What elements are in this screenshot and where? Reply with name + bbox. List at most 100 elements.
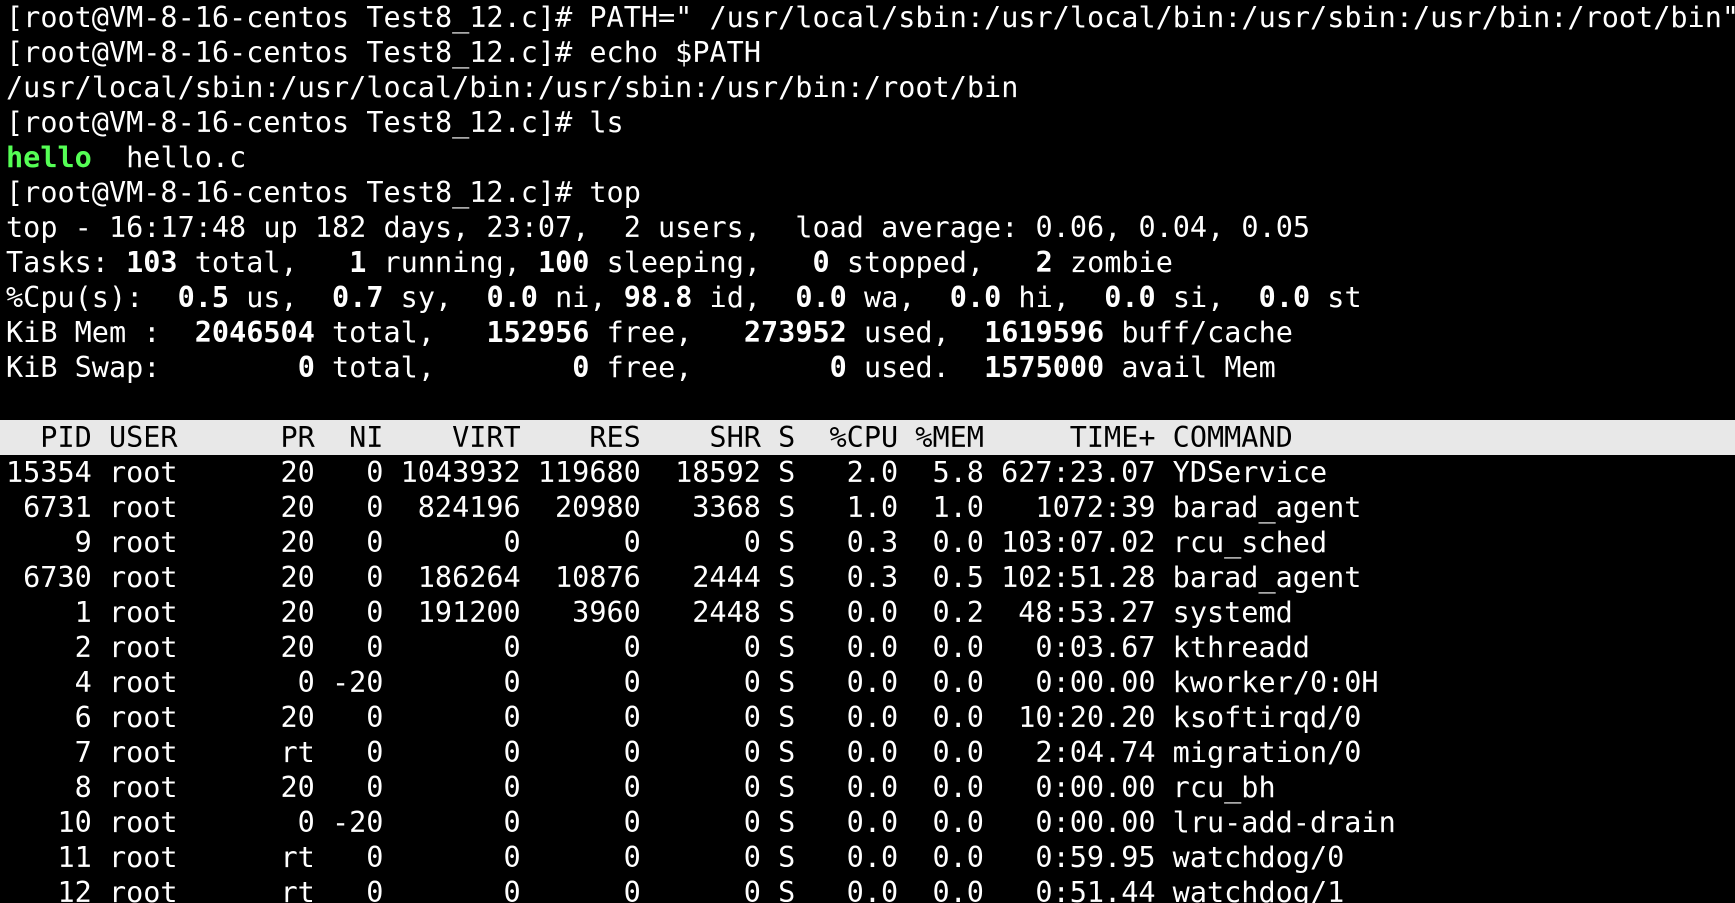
- cell-pr: 20: [280, 491, 315, 524]
- table-row: 6731 root 20 0 824196 20980 3368 S 1.0 1.0 1072:39…: [0, 490, 1735, 525]
- cell-cpu: 0.0: [846, 736, 899, 769]
- cell-user: root: [108, 876, 178, 903]
- cell-cpu: 0.0: [846, 806, 899, 839]
- cpu-us: 0.5: [177, 281, 230, 314]
- column-header-shr: SHR: [709, 421, 761, 454]
- cell-pid: 6731: [23, 491, 92, 524]
- top-tasks-line: Tasks: 103 total, 1 running, 100 sleepin…: [6, 246, 1173, 279]
- cell-command: kthreadd: [1172, 631, 1310, 664]
- cell-pr: 20: [280, 526, 315, 559]
- table-row: 1 root 20 0 191200 3960 2448 S 0.0 0.2 48:53.27 sys…: [0, 595, 1735, 630]
- cell-mem: 0.0: [932, 666, 984, 699]
- top-uptime-line: top - 16:17:48 up 182 days, 23:07, 2 use…: [6, 211, 1311, 244]
- cell-command: lru-add-drain: [1172, 806, 1396, 839]
- cell-time: 0:00.00: [1035, 806, 1156, 839]
- cell-ni: -20: [331, 666, 384, 699]
- cell-mem: 0.5: [932, 561, 984, 594]
- cell-command: barad_agent: [1172, 561, 1362, 594]
- cell-cpu: 0.0: [846, 596, 899, 629]
- cell-pr: 20: [280, 561, 315, 594]
- cell-mem: 0.0: [932, 631, 984, 664]
- shell-prompt: [root@VM-8-16-centos Test8_12.c]#: [6, 1, 590, 34]
- cell-command: YDService: [1172, 456, 1328, 489]
- cell-command: watchdog/0: [1172, 841, 1345, 874]
- cell-res: 0: [623, 701, 641, 734]
- executable-file: hello: [6, 141, 92, 174]
- cell-shr: 0: [743, 876, 761, 903]
- cell-pr: 20: [280, 596, 315, 629]
- cell-ni: 0: [366, 456, 384, 489]
- cell-shr: 2444: [692, 561, 761, 594]
- cell-res: 0: [623, 666, 641, 699]
- cell-state: S: [778, 771, 796, 804]
- cell-res: 3960: [572, 596, 641, 629]
- cell-pid: 8: [74, 771, 92, 804]
- tasks-sleeping: 100: [537, 246, 590, 279]
- cell-virt: 0: [503, 806, 521, 839]
- table-row: 9 root 20 0 0 0 0 S 0.3 0.0 103:07.02 rcu_sched: [0, 525, 1735, 560]
- cell-mem: 0.0: [932, 841, 984, 874]
- mem-free: 152956: [486, 316, 590, 349]
- cell-virt: 0: [503, 771, 521, 804]
- cell-user: root: [108, 771, 178, 804]
- process-table-header: PID USER PR NI VIRT RES SHR S %CPU %MEM TIME+ COMMA…: [0, 420, 1735, 455]
- command-text: ls: [589, 106, 624, 139]
- cell-time: 48:53.27: [1018, 596, 1156, 629]
- tasks-stopped: 0: [812, 246, 830, 279]
- table-row: 6 root 20 0 0 0 0 S 0.0 0.0 10:20.20 ksoftirqd/0: [0, 700, 1735, 735]
- top-swap-line: KiB Swap: 0 total, 0 free, 0 used. 15750…: [6, 351, 1276, 384]
- cell-cpu: 2.0: [846, 456, 899, 489]
- cell-time: 1072:39: [1035, 491, 1156, 524]
- cell-ni: 0: [366, 876, 384, 903]
- cell-res: 0: [623, 806, 641, 839]
- cell-shr: 0: [743, 631, 761, 664]
- cell-state: S: [778, 596, 796, 629]
- command-text: echo $PATH: [589, 36, 761, 69]
- cell-command: rcu_bh: [1172, 771, 1276, 804]
- cell-cpu: 0.3: [846, 526, 899, 559]
- command-output-echo: /usr/local/sbin:/usr/local/bin:/usr/sbin…: [6, 71, 1019, 104]
- cell-res: 0: [623, 526, 641, 559]
- tasks-running: 1: [349, 246, 367, 279]
- cell-shr: 0: [743, 771, 761, 804]
- cell-ni: 0: [366, 736, 384, 769]
- cell-virt: 0: [503, 876, 521, 903]
- cell-cpu: 0.3: [846, 561, 899, 594]
- cell-user: root: [108, 526, 178, 559]
- terminal-window[interactable]: [root@VM-8-16-centos Test8_12.c]# PATH="…: [0, 0, 1735, 903]
- cell-user: root: [108, 456, 178, 489]
- cell-virt: 186264: [417, 561, 521, 594]
- cell-pid: 9: [74, 526, 92, 559]
- cell-pid: 1: [74, 596, 92, 629]
- cell-cpu: 0.0: [846, 701, 899, 734]
- cell-res: 0: [623, 771, 641, 804]
- cell-command: rcu_sched: [1172, 526, 1328, 559]
- command-text: PATH=" /usr/local/sbin:/usr/local/bin:/u…: [589, 1, 1735, 34]
- cell-user: root: [108, 491, 178, 524]
- cpu-si: 0.0: [1104, 281, 1156, 314]
- cell-state: S: [778, 736, 796, 769]
- cpu-hi: 0.0: [949, 281, 1002, 314]
- cell-state: S: [778, 526, 796, 559]
- cell-shr: 0: [743, 841, 761, 874]
- cell-user: root: [108, 666, 178, 699]
- swap-used: 0: [829, 351, 847, 384]
- cell-pid: 4: [74, 666, 92, 699]
- cell-ni: 0: [366, 841, 384, 874]
- process-table-body[interactable]: 15354 root 20 0 1043932 119680 18592 S 2.0 5.8 627…: [0, 455, 1735, 903]
- cell-command: kworker/0:0H: [1172, 666, 1379, 699]
- shell-prompt: [root@VM-8-16-centos Test8_12.c]#: [6, 36, 590, 69]
- cell-virt: 0: [503, 701, 521, 734]
- cell-user: root: [108, 596, 178, 629]
- cell-state: S: [778, 806, 796, 839]
- cell-virt: 0: [503, 666, 521, 699]
- column-header-user: USER: [108, 421, 178, 454]
- cell-shr: 0: [743, 736, 761, 769]
- cell-cpu: 0.0: [846, 876, 899, 903]
- table-row: 15354 root 20 0 1043932 119680 18592 S 2.0 5.8 627…: [0, 455, 1735, 490]
- cell-pr: 20: [280, 631, 315, 664]
- column-header-res: RES: [589, 421, 641, 454]
- cell-ni: -20: [331, 806, 384, 839]
- cell-ni: 0: [366, 491, 384, 524]
- cell-time: 0:59.95: [1035, 841, 1156, 874]
